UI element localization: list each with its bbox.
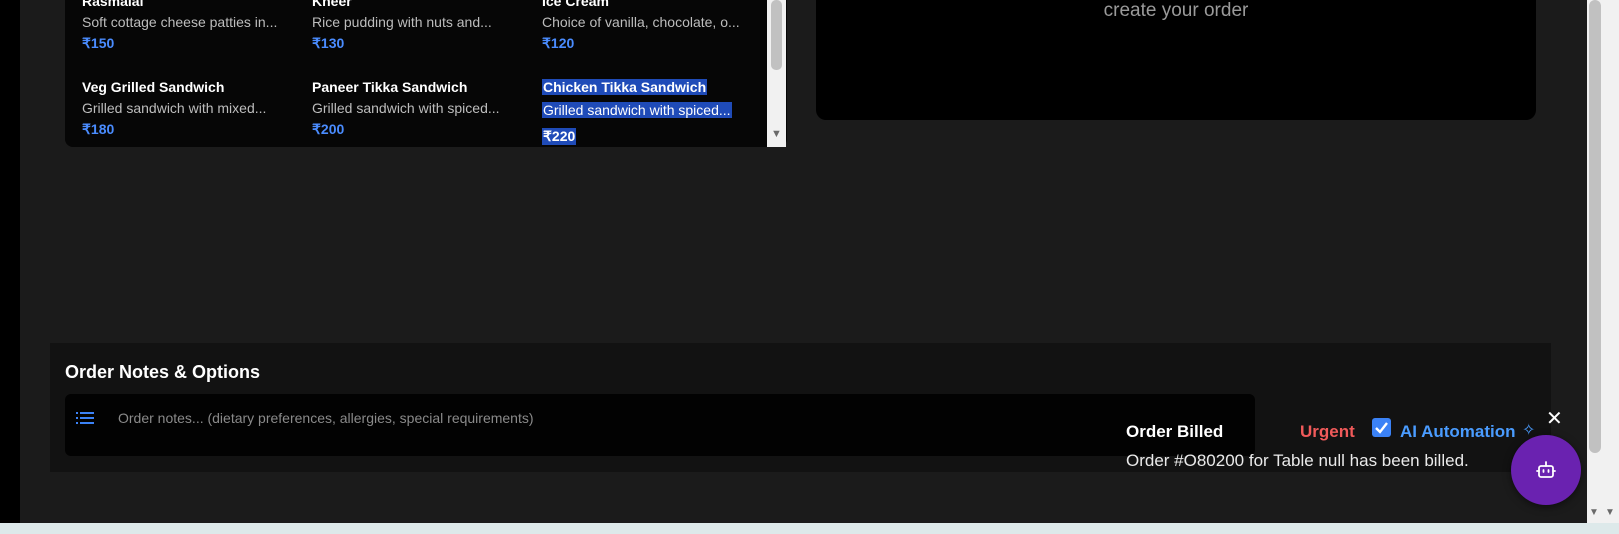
menu-item-desc: Choice of vanilla, chocolate, o...	[542, 14, 740, 30]
menu-item-card[interactable]: Kheer Rice pudding with nuts and... ₹130	[312, 0, 527, 52]
menu-item-name: Kheer	[312, 0, 352, 9]
order-summary-panel: create your order	[816, 0, 1536, 120]
scroll-down-arrow-icon[interactable]: ▼	[1605, 507, 1615, 518]
menu-item-desc: Rice pudding with nuts and...	[312, 14, 492, 30]
close-icon[interactable]: ✕	[1546, 406, 1563, 431]
menu-item-desc: Grilled sandwich with spiced...	[312, 100, 500, 116]
taskbar-edge	[0, 523, 1619, 534]
menu-item-name: Chicken Tikka Sandwich	[542, 79, 708, 95]
toast-title: Order Billed	[1126, 422, 1224, 441]
page-scrollbar[interactable]: ▼ ▼	[1587, 0, 1619, 523]
menu-item-card[interactable]: Ice Cream Choice of vanilla, chocolate, …	[542, 0, 757, 52]
toast-message: Order #O80200 for Table null has been bi…	[1126, 451, 1469, 470]
scroll-down-arrow-icon[interactable]: ▼	[771, 128, 782, 140]
menu-item-name: Paneer Tikka Sandwich	[312, 79, 468, 95]
order-notes-field[interactable]	[65, 394, 1255, 456]
menu-scrollbar[interactable]: ▼	[767, 0, 786, 147]
left-edge	[0, 0, 20, 523]
menu-item-name: Rasmalai	[82, 0, 144, 9]
menu-item-card[interactable]: Paneer Tikka Sandwich Grilled sandwich w…	[312, 79, 527, 138]
menu-item-price: ₹150	[82, 35, 115, 51]
menu-item-price: ₹180	[82, 121, 115, 137]
order-billed-toast: Order Billed Order #O80200 for Table nul…	[1110, 402, 1563, 492]
menu-item-price: ₹220	[542, 128, 577, 145]
page-scrollbar-thumb[interactable]	[1589, 0, 1601, 453]
menu-item-name: Ice Cream	[542, 0, 609, 9]
menu-item-name: Veg Grilled Sandwich	[82, 79, 225, 95]
menu-item-card[interactable]: Rasmalai Soft cottage cheese patties in.…	[82, 0, 297, 52]
order-notes-input[interactable]	[118, 406, 1218, 430]
menu-item-desc: Grilled sandwich with spiced...	[542, 102, 732, 118]
menu-item-card[interactable]: Chicken Tikka Sandwich Grilled sandwich …	[542, 79, 757, 146]
menu-scrollbar-thumb[interactable]	[771, 0, 782, 70]
menu-item-price: ₹200	[312, 121, 345, 137]
list-icon	[76, 412, 94, 424]
menu-items-grid: Rasmalai Soft cottage cheese patties in.…	[65, 0, 787, 147]
menu-item-price: ₹120	[542, 35, 575, 51]
scroll-down-arrow-icon[interactable]: ▼	[1589, 507, 1599, 518]
menu-item-desc: Soft cottage cheese patties in...	[82, 14, 278, 30]
robot-icon	[1536, 461, 1556, 478]
notes-section-title: Order Notes & Options	[65, 362, 261, 382]
menu-item-desc: Grilled sandwich with mixed...	[82, 100, 267, 116]
menu-item-price: ₹130	[312, 35, 345, 51]
menu-item-card[interactable]: Veg Grilled Sandwich Grilled sandwich wi…	[82, 79, 297, 138]
ai-assistant-button[interactable]	[1511, 435, 1581, 505]
order-empty-hint: create your order	[1103, 0, 1249, 21]
